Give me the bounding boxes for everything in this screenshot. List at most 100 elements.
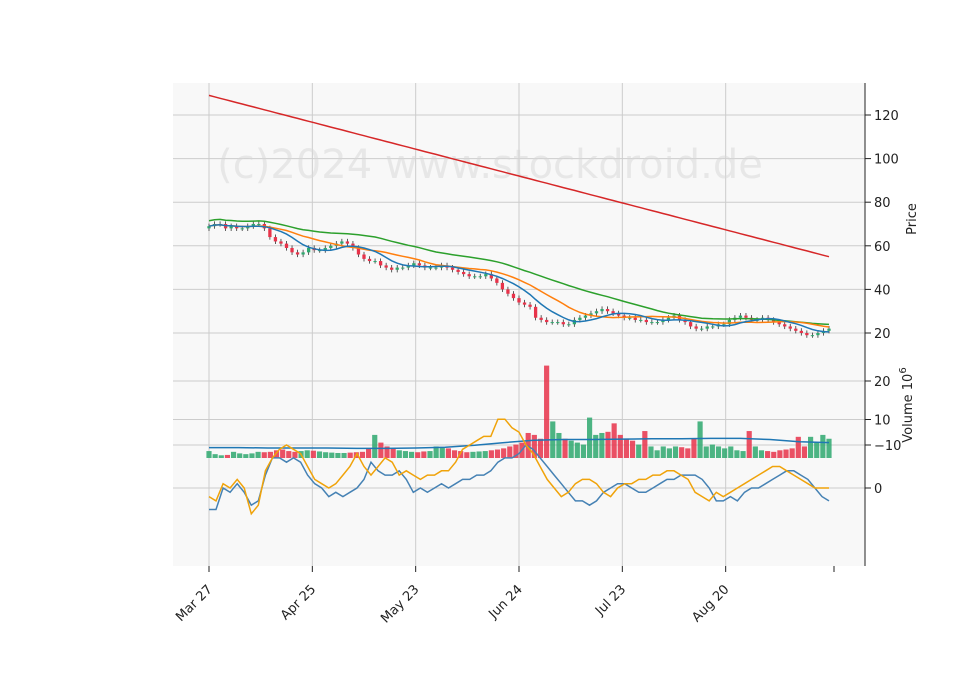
x-tick-label: Jun 24 [486,582,526,622]
volume-bar [378,442,384,458]
volume-bar [715,446,722,458]
candle-body [362,254,366,259]
volume-bar [408,451,415,458]
volume-bar [623,438,630,458]
candle-body [484,274,488,277]
price-tick-label: 20 [874,327,891,342]
volume-tick-label: 20 [874,375,891,390]
volume-bar [261,452,267,458]
candle-body [473,276,477,278]
volume-bar [777,450,783,458]
candle-body [738,315,743,318]
volume-bar [292,451,298,458]
volume-bar [672,446,679,458]
volume-bar [691,438,697,458]
volume-bar [642,431,648,458]
volume-bar [544,365,550,458]
volume-bar [556,432,562,458]
candle-body [384,265,388,268]
candle-body [395,267,399,270]
volume-bar [660,446,666,458]
volume-bar [636,444,642,458]
volume-bar [366,448,372,458]
volume-bar [801,446,808,458]
volume-bar [605,431,611,458]
candle-body [694,326,698,329]
volume-bar [629,440,636,458]
volume-bar [390,448,396,458]
volume-bar [501,448,507,458]
watermark: (c)2024 www.stockdroid.de [217,142,763,188]
x-tick-label: Mar 27 [173,582,216,625]
candle-body [644,319,648,323]
volume-bar [808,436,814,458]
volume-bar [341,452,347,458]
candle-body [805,333,809,336]
candle-body [650,322,654,324]
price-tick-label: 100 [874,153,899,168]
volume-bar [765,451,771,458]
price-tick-label: 120 [874,109,899,124]
volume-bar [666,448,672,458]
candle-body [511,293,516,299]
candle-body [655,322,660,324]
candle-body [700,328,704,330]
candle-body [461,271,466,275]
volume-bar [654,450,660,458]
candle-body [567,324,571,326]
candle-body [495,278,499,283]
volume-bar [335,452,341,458]
volume-bar [789,448,795,458]
volume-bar [494,449,501,458]
volume-bar [814,442,820,458]
volume-bar [329,452,335,458]
candle-body [639,319,643,321]
volume-bar [206,451,212,458]
volume-bar [562,438,568,458]
candle-body [788,326,792,329]
candle-body [688,322,693,327]
volume-bar [593,434,599,458]
candle-body [783,324,787,327]
volume-bar [599,432,605,458]
volume-bar [470,451,476,458]
volume-bar [464,452,470,458]
volume-bar [255,451,261,458]
candle-body [273,237,278,242]
volume-bar [439,447,445,458]
candle-body [550,322,554,324]
candle-body [794,328,798,331]
candle-body [367,258,372,262]
candle-body [711,326,715,328]
candle-body [434,267,438,269]
candle-body [500,282,505,290]
volume-bar [482,451,488,458]
candle-body [279,241,283,244]
candle-body [301,252,305,255]
candle-body [290,247,294,253]
candle-body [456,269,460,272]
volume-bar [795,436,801,458]
candle-body [556,322,560,324]
candle-body [522,302,527,305]
volume-bar [396,450,402,458]
candle-body [257,224,261,225]
volume-bar [820,434,826,458]
volume-bar [304,450,310,458]
volume-bar [237,453,243,458]
candle-body [478,276,482,278]
volume-bar [685,448,691,458]
price-tick-label: 80 [874,196,891,211]
volume-bar [316,451,323,458]
candle-body [517,298,521,303]
volume-bar [212,454,218,458]
candle-body [467,274,471,277]
volume-bar [679,447,685,458]
price-tick-label: 40 [874,283,891,298]
volume-bar [703,446,709,458]
candle-body [240,228,244,230]
volume-bar [323,452,329,458]
volume-tick-label: 10 [874,414,891,429]
volume-bar [752,446,758,458]
candle-body [450,267,455,270]
